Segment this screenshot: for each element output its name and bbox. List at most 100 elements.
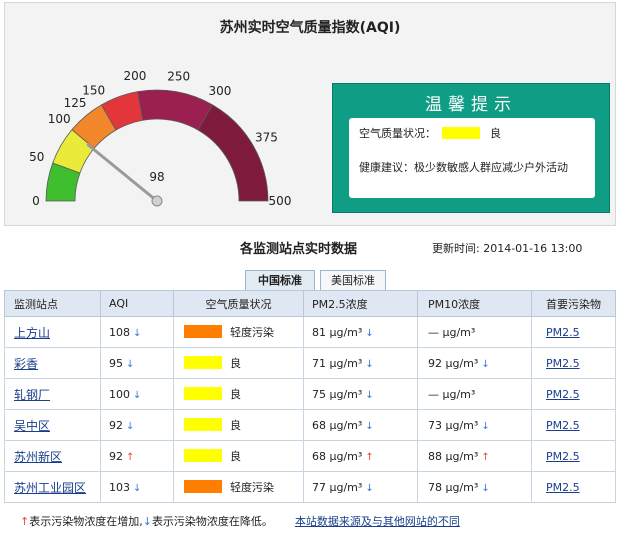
aqi-value: 108 (109, 325, 130, 339)
pm25-value: 71 μg/m³ (312, 356, 363, 370)
primary-pollutant-link[interactable]: PM2.5 (546, 326, 580, 339)
arrow-down-icon: ↓ (133, 482, 142, 494)
aqi-gauge: 0 50 100 125150 200 250 300 375 500 98 (29, 69, 292, 208)
quality-text: 良 (230, 388, 241, 401)
update-time: 更新时间: 2014-01-16 13:00 (432, 242, 583, 255)
station-link[interactable]: 苏州新区 (14, 450, 62, 464)
arrow-up-icon: ↑ (365, 451, 374, 463)
page-title: 苏州实时空气质量指数(AQI) (219, 20, 401, 36)
arrow-up-icon: ↑ (481, 451, 490, 463)
tab-us-standard[interactable]: 美国标准 (320, 270, 386, 290)
arrow-down-icon: ↓ (481, 482, 490, 494)
gauge-tick-label: 150 (82, 84, 105, 98)
quality-text: 良 (230, 450, 241, 463)
pm25-value: 77 μg/m³ (312, 480, 363, 494)
station-table: 监测站点 AQI 空气质量状况 PM2.5浓度 PM10浓度 首要污染物 上方山… (4, 290, 616, 503)
quality-color-swatch (184, 325, 222, 338)
quality-color-swatch (184, 480, 222, 493)
tip-panel: 温馨提示 空气质量状况： 良 健康建议：极少数敏感人群应减少户外活动 (332, 83, 610, 213)
gauge-band-5 (197, 104, 269, 202)
aqi-value: 100 (109, 387, 130, 401)
primary-pollutant-link[interactable]: PM2.5 (546, 357, 580, 370)
col-primary-pollutant: 首要污染物 (531, 290, 616, 317)
tip-title: 温馨提示 (425, 95, 517, 115)
arrow-down-icon: ↓ (365, 420, 374, 432)
quality-text: 良 (230, 357, 241, 370)
gauge-tick-label: 125 (64, 96, 87, 110)
gauge-value: 98 (149, 170, 164, 184)
col-quality: 空气质量状况 (173, 290, 304, 317)
gauge-pivot (151, 195, 163, 207)
pm10-value: 73 μg/m³ (428, 418, 479, 432)
primary-pollutant-link[interactable]: PM2.5 (546, 388, 580, 401)
gauge-tick-label: 50 (29, 150, 44, 164)
quality-status-value: 良 (490, 127, 501, 140)
station-link[interactable]: 吴中区 (14, 419, 50, 433)
pm10-value: 92 μg/m³ (428, 356, 479, 370)
table-row: 轧钢厂 100 ↓ 良 75 μg/m³ ↓ — μg/m³ PM2.5 (4, 378, 616, 410)
health-advice: 健康建议：极少数敏感人群应减少户外活动 (359, 161, 568, 174)
arrow-down-icon: ↓ (365, 389, 374, 401)
col-pm10: PM10浓度 (417, 290, 532, 317)
tab-china-standard[interactable]: 中国标准 (245, 270, 315, 290)
arrow-down-icon: ↓ (126, 420, 135, 432)
legend-footer: ↑表示污染物浓度在增加,↓表示污染物浓度在降低。 本站数据来源及与其他网站的不同 (20, 513, 460, 529)
quality-status-label: 空气质量状况： (359, 127, 436, 140)
aqi-value: 95 (109, 356, 123, 370)
table-row: 吴中区 92 ↓ 良 68 μg/m³ ↓ 73 μg/m³ ↓ PM2.5 (4, 409, 616, 441)
station-link[interactable]: 彩香 (14, 357, 38, 371)
col-pm25: PM2.5浓度 (303, 290, 418, 317)
gauge-tick-label: 375 (255, 130, 278, 144)
pm10-value: 88 μg/m³ (428, 449, 479, 463)
arrow-down-icon: ↓ (365, 327, 374, 339)
pm25-value: 81 μg/m³ (312, 325, 363, 339)
col-station: 监测站点 (4, 290, 101, 317)
table-row: 彩香 95 ↓ 良 71 μg/m³ ↓ 92 μg/m³ ↓ PM2.5 (4, 347, 616, 379)
station-link[interactable]: 苏州工业园区 (14, 481, 86, 495)
pm25-value: 68 μg/m³ (312, 449, 363, 463)
gauge-tick-label: 250 (167, 69, 190, 83)
up-legend-text: 表示污染物浓度在增加, (29, 515, 143, 528)
arrow-down-icon: ↓ (481, 358, 490, 370)
arrow-down-icon: ↓ (142, 515, 152, 528)
arrow-down-icon: ↓ (133, 389, 142, 401)
gauge-tick-label: 100 (48, 112, 71, 126)
primary-pollutant-link[interactable]: PM2.5 (546, 450, 580, 463)
table-row: 苏州工业园区 103 ↓ 轻度污染 77 μg/m³ ↓ 78 μg/m³ ↓ PM2.5 (4, 471, 616, 503)
table-header-row: 监测站点 AQI 空气质量状况 PM2.5浓度 PM10浓度 首要污染物 (4, 290, 616, 317)
arrow-up-icon: ↑ (126, 451, 135, 463)
gauge-tick-label: 200 (123, 69, 146, 83)
arrow-down-icon: ↓ (133, 327, 142, 339)
gauge-tick-label: 500 (269, 194, 292, 208)
col-aqi: AQI (100, 290, 174, 317)
primary-pollutant-link[interactable]: PM2.5 (546, 481, 580, 494)
aqi-value: 92 (109, 418, 123, 432)
aqi-value: 92 (109, 449, 123, 463)
pm10-value: 78 μg/m³ (428, 480, 479, 494)
quality-text: 轻度污染 (230, 326, 274, 339)
arrow-down-icon: ↓ (126, 358, 135, 370)
arrow-down-icon: ↓ (365, 482, 374, 494)
quality-color-swatch (184, 387, 222, 400)
aqi-overview-panel: 苏州实时空气质量指数(AQI) 0 50 100 125 150 200 250 300 375… (4, 2, 616, 226)
arrow-up-icon: ↑ (20, 515, 30, 528)
quality-text: 轻度污染 (230, 481, 274, 494)
pm25-value: 68 μg/m³ (312, 418, 363, 432)
table-row: 苏州新区 92 ↑ 良 68 μg/m³ ↑ 88 μg/m³ ↑ PM2.5 (4, 440, 616, 472)
section-title: 各监测站点实时数据 (240, 242, 358, 257)
gauge-tick-label: 300 (208, 84, 231, 98)
arrow-down-icon: ↓ (365, 358, 374, 370)
quality-color-swatch (442, 127, 480, 139)
data-source-link[interactable]: 本站数据来源及与其他网站的不同 (295, 515, 460, 528)
station-link[interactable]: 上方山 (14, 326, 50, 340)
tip-body: 空气质量状况： 良 健康建议：极少数敏感人群应减少户外活动 (349, 118, 595, 198)
gauge-needle (86, 142, 158, 203)
gauge-tick-label: 0 (32, 194, 40, 208)
down-legend-text: 表示污染物浓度在降低。 (151, 515, 273, 528)
primary-pollutant-link[interactable]: PM2.5 (546, 419, 580, 432)
quality-color-swatch (184, 449, 222, 462)
quality-color-swatch (184, 418, 222, 431)
station-link[interactable]: 轧钢厂 (14, 388, 50, 402)
table-row: 上方山 108 ↓ 轻度污染 81 μg/m³ ↓ — μg/m³ PM2.5 (4, 316, 616, 348)
quality-text: 良 (230, 419, 241, 432)
